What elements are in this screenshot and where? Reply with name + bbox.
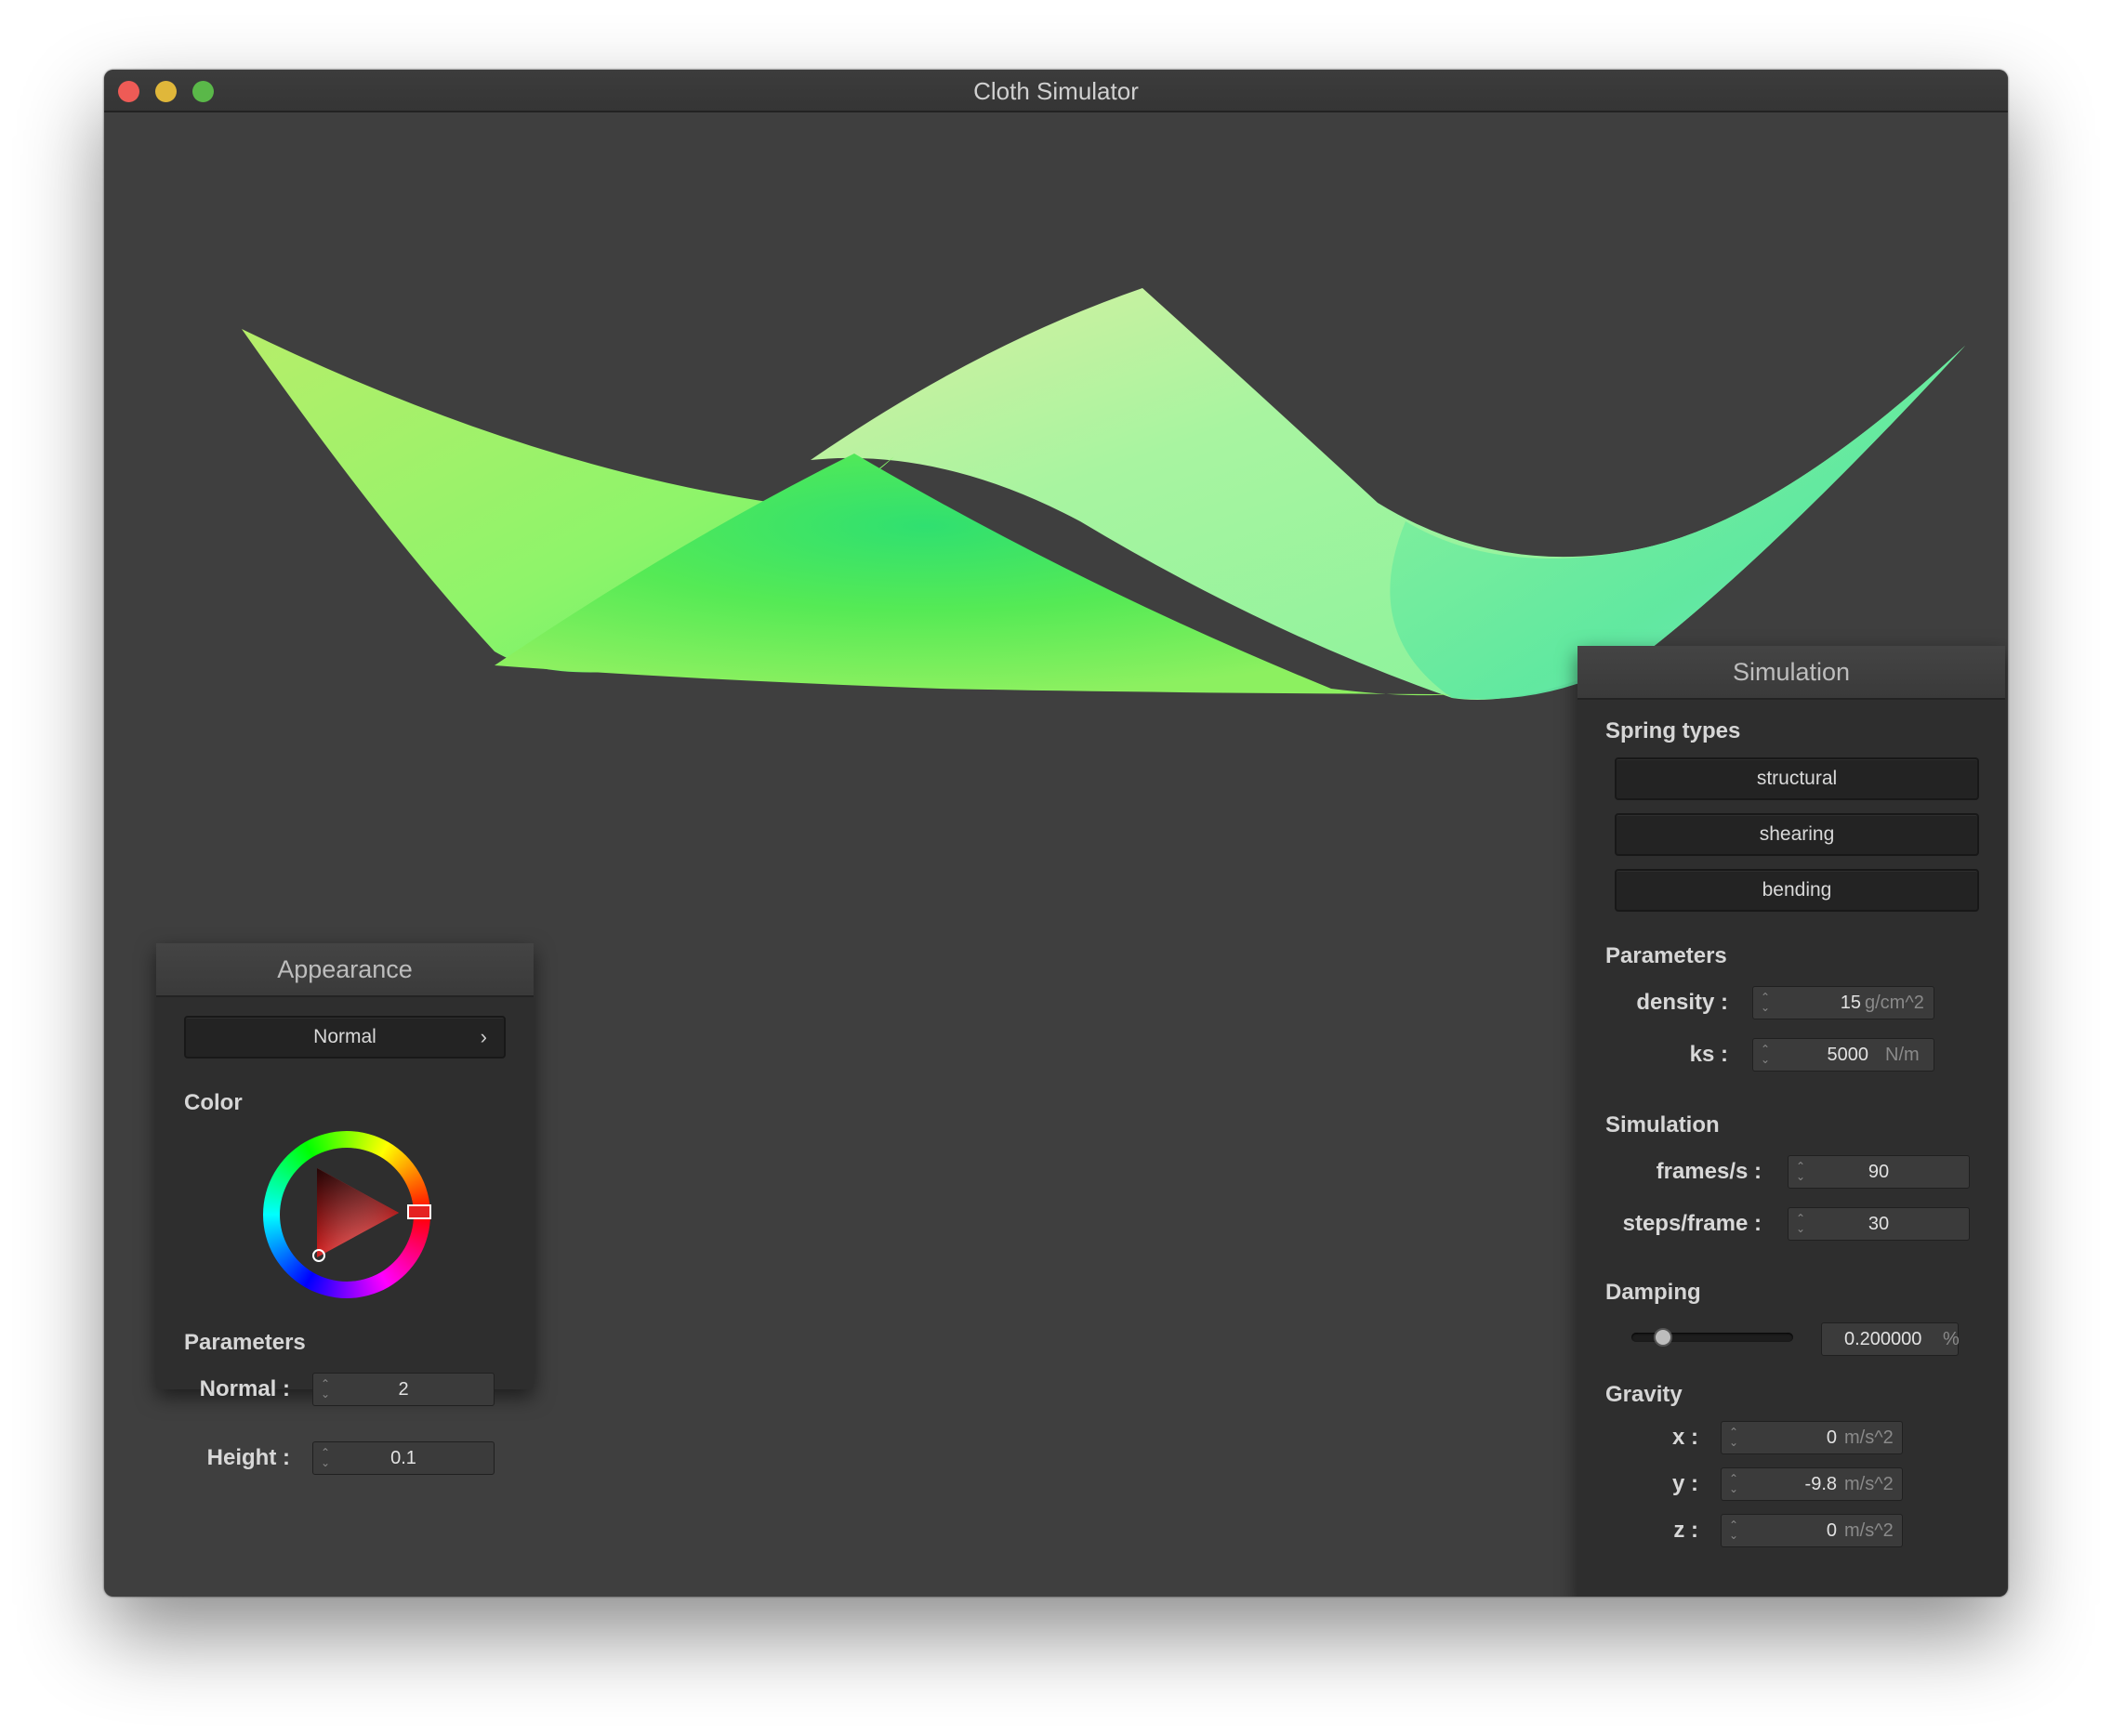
color-section-label: Color: [184, 1090, 243, 1115]
simulation-panel: Simulation Spring types structural shear…: [1577, 646, 2005, 1597]
gravity-y-label: y :: [1671, 1471, 1698, 1496]
ks-label: ks :: [1689, 1042, 1728, 1067]
window-title: Cloth Simulator: [973, 77, 1139, 105]
appearance-panel-title[interactable]: Appearance: [156, 943, 534, 997]
damping-slider-knob[interactable]: [1654, 1328, 1672, 1347]
height-input[interactable]: ⌃ ⌄ 0.1: [312, 1441, 495, 1475]
height-value: 0.1: [390, 1448, 416, 1468]
sim-simulation-label: Simulation: [1605, 1112, 1720, 1138]
damping-unit: %: [1943, 1329, 1960, 1349]
gravity-x-unit: m/s^2: [1844, 1427, 1894, 1448]
gravity-y-input[interactable]: ⌃ ⌄ -9.8 m/s^2: [1721, 1467, 1903, 1501]
normal-label: Normal :: [199, 1376, 290, 1401]
chevron-right-icon: ›: [480, 1025, 487, 1048]
gravity-z-input[interactable]: ⌃ ⌄ 0 m/s^2: [1721, 1514, 1903, 1547]
appearance-parameters-label: Parameters: [184, 1330, 306, 1355]
density-unit: g/cm^2: [1865, 993, 1924, 1013]
shader-select-label: Normal: [313, 1026, 376, 1047]
gravity-z-label: z :: [1673, 1518, 1698, 1543]
hue-ring-handle[interactable]: [407, 1204, 431, 1219]
title-bar: Cloth Simulator: [104, 70, 2008, 112]
density-input[interactable]: ⌃ ⌄ 15 g/cm^2: [1752, 986, 1934, 1019]
density-value: 15: [1840, 993, 1861, 1013]
appearance-panel: Appearance Normal › Color Parameters Nor…: [156, 943, 534, 1406]
ks-unit: N/m: [1885, 1045, 1920, 1065]
spring-types-label: Spring types: [1605, 718, 1741, 743]
steps-input[interactable]: ⌃ ⌄ 30: [1788, 1207, 1970, 1241]
gravity-x-label: x :: [1671, 1425, 1698, 1450]
gravity-z-unit: m/s^2: [1844, 1520, 1894, 1541]
fps-input[interactable]: ⌃ ⌄ 90: [1788, 1155, 1970, 1189]
gravity-y-value: -9.8: [1804, 1474, 1837, 1494]
ks-input[interactable]: ⌃ ⌄ 5000 N/m: [1752, 1038, 1934, 1072]
fps-value: 90: [1868, 1162, 1890, 1182]
simulation-panel-title[interactable]: Simulation: [1577, 646, 2005, 700]
density-label: density :: [1636, 990, 1728, 1015]
steps-label: steps/frame :: [1622, 1211, 1762, 1236]
ks-value: 5000: [1827, 1045, 1869, 1065]
damping-input[interactable]: 0.200000 %: [1821, 1322, 1960, 1356]
shader-select-button[interactable]: Normal ›: [184, 1016, 506, 1059]
gravity-x-input[interactable]: ⌃ ⌄ 0 m/s^2: [1721, 1421, 1903, 1454]
gravity-z-value: 0: [1826, 1520, 1837, 1541]
spinner-icon[interactable]: ⌃ ⌄: [1729, 1422, 1738, 1448]
sim-parameters-label: Parameters: [1605, 943, 1727, 968]
spinner-icon[interactable]: ⌃ ⌄: [1729, 1515, 1738, 1541]
bending-spring-button[interactable]: bending: [1615, 869, 1979, 912]
spinner-icon[interactable]: ⌃ ⌄: [1761, 987, 1770, 1013]
spinner-icon[interactable]: ⌃ ⌄: [1729, 1468, 1738, 1494]
structural-spring-button[interactable]: structural: [1615, 757, 1979, 800]
height-label: Height :: [206, 1445, 290, 1470]
gravity-y-unit: m/s^2: [1844, 1474, 1894, 1494]
damping-value: 0.200000: [1844, 1329, 1922, 1349]
spinner-icon[interactable]: ⌃ ⌄: [1761, 1039, 1770, 1065]
fps-label: frames/s :: [1656, 1159, 1762, 1184]
damping-label: Damping: [1605, 1280, 1701, 1305]
color-wheel[interactable]: [261, 1129, 432, 1300]
steps-value: 30: [1868, 1214, 1890, 1234]
normal-input[interactable]: ⌃ ⌄ 2: [312, 1373, 495, 1406]
normal-value: 2: [398, 1379, 409, 1400]
app-window: Cloth Simulator Appearance Normal › Colo…: [104, 70, 2008, 1597]
shearing-spring-button[interactable]: shearing: [1615, 813, 1979, 856]
gravity-x-value: 0: [1826, 1427, 1837, 1448]
gravity-label: Gravity: [1605, 1382, 1683, 1407]
